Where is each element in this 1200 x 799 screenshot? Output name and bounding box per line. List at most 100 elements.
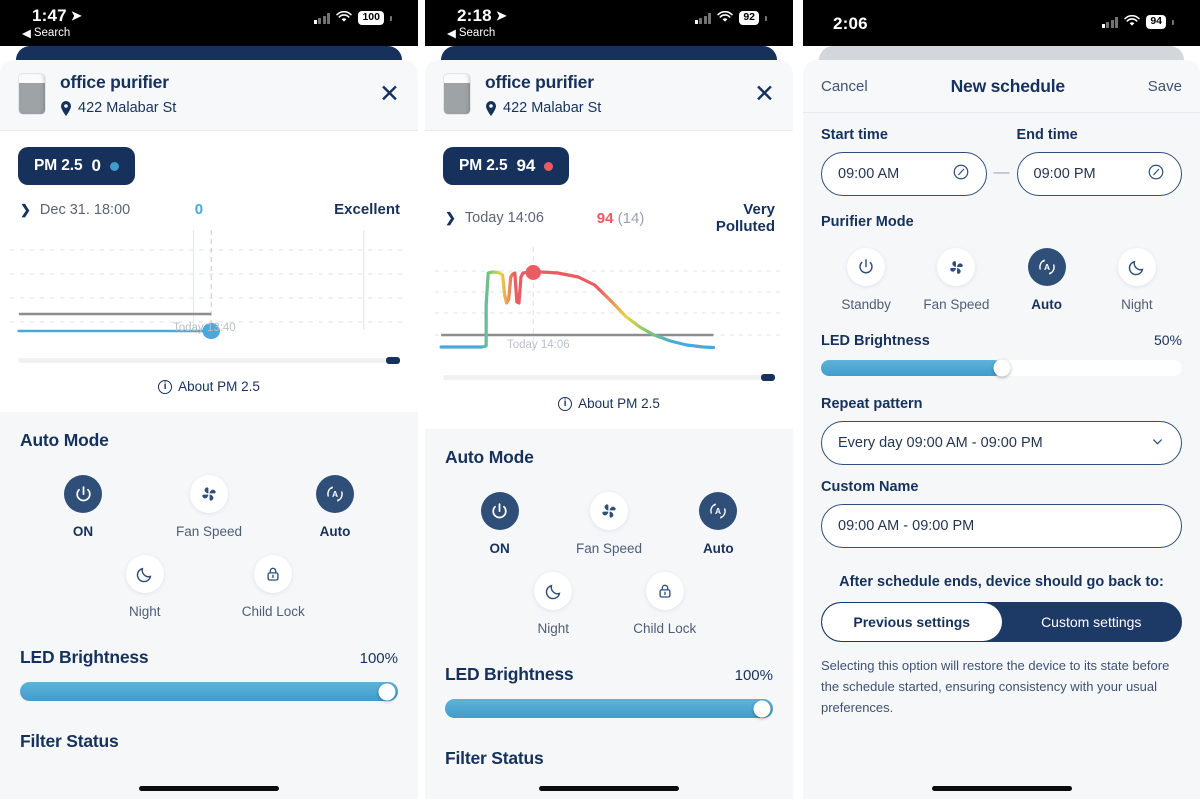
back-to-search-2[interactable]: ◀ Search [447,26,495,40]
reading-time-1[interactable]: ❯ Dec 31. 18:00 [20,202,195,218]
cancel-button[interactable]: Cancel [821,78,868,95]
mode-on-2[interactable]: ON [445,492,554,556]
auto-mode-title-1: Auto Mode [20,430,109,450]
device-header-2: office purifier 422 Malabar St ✕ [425,60,793,131]
battery-tip-icon [765,15,767,21]
save-button[interactable]: Save [1148,78,1182,95]
pm25-badge-2[interactable]: PM 2.5 94 [443,147,570,185]
repeat-pattern-label: Repeat pattern [821,396,923,412]
slider-knob[interactable] [753,700,771,717]
mode-label: Night [128,604,161,619]
close-button-1[interactable]: ✕ [379,81,400,107]
pm25-chart-2[interactable]: Today 14:06 [435,247,783,367]
device-title-1: office purifier [60,72,169,92]
mode-auto-3[interactable]: A Auto [1002,248,1092,312]
fan-icon [190,475,228,513]
moon-icon [534,572,573,610]
back-triangle-icon: ◀ [22,28,31,40]
mode-label: Auto [1031,297,1062,312]
mode-night-2[interactable]: Night [497,572,609,636]
segment-previous-settings[interactable]: Previous settings [822,603,1002,641]
mode-fan-speed-3[interactable]: Fan Speed [911,248,1001,312]
status-time-1: 1:47 ➤ [32,6,82,26]
led-brightness-value-1: 100% [359,650,398,667]
clock-icon[interactable] [952,163,970,185]
home-indicator-3 [931,786,1072,791]
led-brightness-value-2: 100% [734,667,773,684]
device-address-1: 422 Malabar St [60,100,365,116]
chart-scroll-thumb-2[interactable] [761,374,775,381]
led-brightness-slider-2[interactable] [445,699,773,718]
chevron-down-icon[interactable] [1150,434,1165,453]
mode-night-1[interactable]: Night [80,555,209,619]
mode-standby-3[interactable]: Standby [821,248,911,312]
moon-icon [125,555,164,593]
filter-status-title-1: Filter Status [20,731,119,751]
mode-label: Child Lock [241,604,305,619]
mode-on-1[interactable]: ON [20,475,146,539]
led-brightness-slider-1[interactable] [20,682,398,701]
chart-scrollbar-2[interactable] [443,374,775,381]
map-pin-icon [60,100,72,116]
filter-status-title-2: Filter Status [445,748,544,768]
status-time-text: 1:47 [32,6,67,25]
slider-knob[interactable] [378,683,396,700]
phone-panel-3: 2:06 94 Cancel New schedule Save Start t… [803,0,1200,799]
mode-label: Fan Speed [923,297,990,312]
mode-night-3[interactable]: Night [1092,248,1182,312]
pm25-badge-1[interactable]: PM 2.5 0 [18,147,135,185]
start-time-input[interactable]: 09:00 AM [821,152,987,196]
start-time-label: Start time [821,127,888,143]
panel-gap-2 [793,0,803,799]
mode-auto-2[interactable]: A Auto [664,492,773,556]
mode-fan-speed-2[interactable]: Fan Speed [554,492,663,556]
led-brightness-label-3: LED Brightness [821,333,930,349]
about-pm25-link-1[interactable]: i About PM 2.5 [0,363,418,412]
auto-icon: A [1027,248,1066,286]
back-to-search-1[interactable]: ◀ Search [22,26,70,40]
segment-custom-settings[interactable]: Custom settings [1002,603,1182,641]
led-brightness-value-3: 50% [1153,332,1182,348]
reading-value-text: 0 [194,201,204,218]
reading-timestamp: Today 14:06 [464,210,544,226]
mode-auto-1[interactable]: A Auto [272,475,398,539]
led-slider-wrap-1 [0,668,418,701]
mode-label: Night [537,621,569,636]
pm25-chart-1[interactable]: Today 13:40 [10,230,408,350]
three-phone-screenshots: 1:47 ➤ ◀ Search 100 office purifier 422 … [0,0,1200,799]
mode-child-lock-1[interactable]: Child Lock [209,555,338,619]
end-time-label: End time [1016,127,1078,143]
controls-section-1: Auto Mode ON Fan Speed A Auto Night Chil… [0,412,418,623]
back-label: Search [33,27,71,39]
repeat-pattern-select[interactable]: Every day 09:00 AM - 09:00 PM [821,421,1182,465]
end-time-input[interactable]: 09:00 PM [1016,152,1182,196]
reading-value-sub: (14) [617,209,645,227]
after-schedule-segmented-control: Previous settings Custom settings [821,602,1182,642]
reading-time-2[interactable]: ❯ Today 14:06 [445,210,597,226]
back-label: Search [458,27,496,39]
behind-sheet-1 [16,46,402,60]
location-arrow-icon: ➤ [495,8,507,23]
close-button-2[interactable]: ✕ [754,81,775,107]
wifi-icon [336,10,353,25]
status-time-3: 2:06 [833,14,868,34]
chart-scroll-thumb-1[interactable] [386,357,400,364]
panel-gap-1 [418,0,425,799]
mode-fan-speed-1[interactable]: Fan Speed [146,475,272,539]
mode-grid-row2-panel1: Night Child Lock [20,555,398,619]
power-icon [480,492,519,530]
mode-child-lock-2[interactable]: Child Lock [609,572,721,636]
cellular-signal-icon [313,13,331,24]
mode-label: Fan Speed [575,541,643,556]
home-indicator-2 [539,786,679,791]
clock-icon[interactable] [1147,163,1165,185]
auto-icon: A [699,492,738,530]
back-triangle-icon: ◀ [447,28,456,40]
slider-knob[interactable] [993,359,1010,377]
about-pm25-link-2[interactable]: i About PM 2.5 [425,380,793,429]
battery-level-3: 94 [1146,15,1166,29]
reading-timestamp: Dec 31. 18:00 [39,201,131,218]
chart-scrollbar-1[interactable] [18,357,400,364]
custom-name-input[interactable]: 09:00 AM - 09:00 PM [821,504,1182,548]
led-brightness-slider-3[interactable] [821,359,1182,377]
